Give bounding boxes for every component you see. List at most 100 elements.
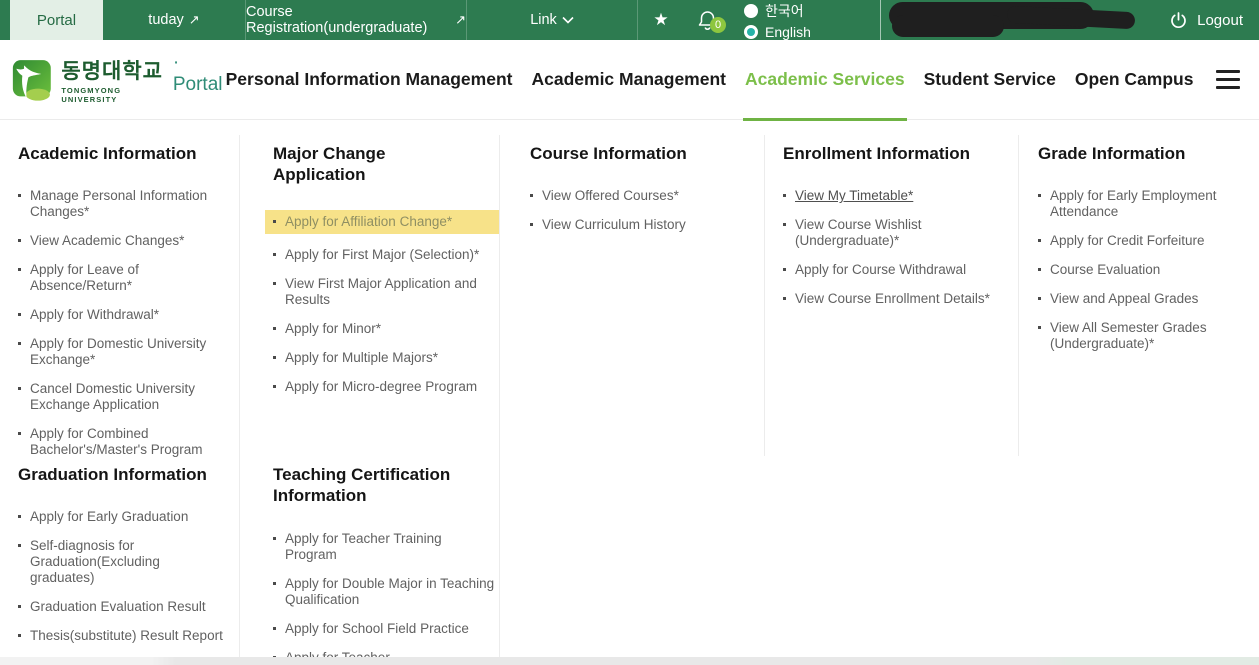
menu-item-apply-for-micro-degree-program[interactable]: Apply for Micro-degree Program	[273, 379, 499, 395]
bullet-icon	[273, 282, 276, 285]
menu-section-title: Enrollment Information	[783, 143, 1018, 164]
radio-selected-icon	[744, 25, 758, 39]
menu-section-title: Major Change Application	[273, 143, 473, 186]
power-icon	[1169, 11, 1188, 30]
menu-row: Academic InformationManage Personal Info…	[0, 135, 1259, 456]
link-dropdown[interactable]: Link	[467, 0, 637, 40]
menu-item-view-curriculum-history[interactable]: View Curriculum History	[530, 217, 764, 233]
mega-menu: Academic InformationManage Personal Info…	[0, 120, 1259, 665]
bullet-icon	[273, 253, 276, 256]
bullet-icon	[18, 239, 21, 242]
logout-button[interactable]: Logout	[1169, 0, 1243, 40]
menu-column-major-change-application: Major Change Application Apply for Affili…	[240, 135, 500, 456]
bullet-icon	[1038, 194, 1041, 197]
menu-item-label: View Offered Courses*	[542, 188, 679, 204]
menu-item-graduation-evaluation-result[interactable]: Graduation Evaluation Result	[18, 599, 239, 615]
menu-item-label: Apply for Early Employment Attendance	[1050, 188, 1245, 220]
menu-item-view-and-appeal-grades[interactable]: View and Appeal Grades	[1038, 291, 1259, 307]
menu-item-label: View Course Enrollment Details*	[795, 291, 990, 307]
menu-item-view-all-semester-grades-undergraduate[interactable]: View All Semester Grades (Undergraduate)…	[1038, 320, 1259, 352]
menu-item-apply-for-withdrawal[interactable]: Apply for Withdrawal*	[18, 307, 239, 323]
menu-item-apply-for-combined-bachelor-s-master-s-program[interactable]: Apply for Combined Bachelor's/Master's P…	[18, 426, 239, 458]
logo-english-name: TONGMYONG UNIVERSITY	[61, 86, 164, 104]
bullet-icon	[18, 194, 21, 197]
nav-item-academic-services[interactable]: Academic Services	[745, 40, 905, 120]
hamburger-menu-icon[interactable]	[1216, 40, 1240, 120]
menu-item-label: Apply for Credit Forfeiture	[1050, 233, 1205, 249]
language-korean-label: 한국어	[765, 1, 804, 21]
menu-item-label: Apply for Domestic University Exchange*	[30, 336, 225, 368]
bullet-icon	[783, 223, 786, 226]
menu-item-apply-for-teacher-training-program[interactable]: Apply for Teacher Training Program	[273, 531, 499, 563]
nav-item-open-campus[interactable]: Open Campus	[1075, 40, 1194, 120]
radio-unselected-icon	[744, 4, 758, 18]
menu-item-label: Manage Personal Information Changes*	[30, 188, 225, 220]
menu-item-cancel-domestic-university-exchange-application[interactable]: Cancel Domestic University Exchange Appl…	[18, 381, 239, 413]
menu-item-apply-for-school-field-practice[interactable]: Apply for School Field Practice	[273, 621, 499, 637]
menu-column-academic-information: Academic InformationManage Personal Info…	[0, 135, 240, 456]
menu-item-apply-for-leave-of-absence-return[interactable]: Apply for Leave of Absence/Return*	[18, 262, 239, 294]
menu-item-apply-for-minor[interactable]: Apply for Minor*	[273, 321, 499, 337]
bullet-icon	[1038, 297, 1041, 300]
menu-item-course-evaluation[interactable]: Course Evaluation	[1038, 262, 1259, 278]
menu-item-apply-for-course-withdrawal[interactable]: Apply for Course Withdrawal	[783, 262, 1018, 278]
notifications-bell-icon[interactable]: 0	[684, 0, 730, 40]
menu-item-label: View First Major Application and Results	[285, 276, 495, 308]
bullet-icon	[1038, 326, 1041, 329]
menu-item-apply-for-affiliation-change[interactable]: Apply for Affiliation Change*	[265, 210, 499, 234]
menu-item-apply-for-domestic-university-exchange[interactable]: Apply for Domestic University Exchange*	[18, 336, 239, 368]
menu-item-view-first-major-application-and-results[interactable]: View First Major Application and Results	[273, 276, 499, 308]
menu-item-view-my-timetable[interactable]: View My Timetable*	[783, 188, 1018, 204]
menu-item-label: View My Timetable*	[795, 188, 913, 204]
nav-item-academic-management[interactable]: Academic Management	[531, 40, 726, 120]
menu-item-apply-for-early-graduation[interactable]: Apply for Early Graduation	[18, 509, 239, 525]
menu-item-apply-for-multiple-majors[interactable]: Apply for Multiple Majors*	[273, 350, 499, 366]
logout-label: Logout	[1197, 12, 1243, 29]
menu-item-apply-for-double-major-in-teaching-qualification[interactable]: Apply for Double Major in Teaching Quali…	[273, 576, 499, 608]
logo-korean-name: 동명대학교	[61, 55, 164, 85]
nav-item-personal-information-management[interactable]: Personal Information Management	[226, 40, 513, 120]
menu-item-label: Apply for School Field Practice	[285, 621, 469, 637]
notification-count-badge: 0	[710, 17, 726, 33]
menu-column-empty	[500, 456, 1259, 665]
bullet-icon	[530, 223, 533, 226]
menu-item-view-academic-changes[interactable]: View Academic Changes*	[18, 233, 239, 249]
menu-item-label: Apply for Affiliation Change*	[285, 214, 452, 230]
menu-item-label: Apply for Minor*	[285, 321, 381, 337]
university-logo[interactable]: 동명대학교 TONGMYONG UNIVERSITY · Portal	[12, 52, 226, 108]
main-nav: Personal Information ManagementAcademic …	[226, 40, 1194, 120]
tuday-link[interactable]: tuday ↗	[103, 0, 245, 40]
menu-item-view-course-enrollment-details[interactable]: View Course Enrollment Details*	[783, 291, 1018, 307]
menu-item-label: Course Evaluation	[1050, 262, 1160, 278]
bullet-icon	[273, 582, 276, 585]
menu-item-apply-for-credit-forfeiture[interactable]: Apply for Credit Forfeiture	[1038, 233, 1259, 249]
logo-text: 동명대학교 TONGMYONG UNIVERSITY	[61, 55, 164, 104]
menu-item-label: Apply for Early Graduation	[30, 509, 188, 525]
language-option-korean[interactable]: 한국어	[744, 1, 811, 21]
bullet-icon	[1038, 268, 1041, 271]
site-header: 동명대학교 TONGMYONG UNIVERSITY · Portal Pers…	[0, 40, 1259, 120]
bullet-icon	[273, 356, 276, 359]
menu-item-label: Apply for Double Major in Teaching Quali…	[285, 576, 495, 608]
portal-suffix-label: · Portal	[173, 52, 226, 108]
menu-row: Graduation InformationApply for Early Gr…	[0, 456, 1259, 665]
redaction-blob	[892, 15, 1004, 37]
menu-item-view-offered-courses[interactable]: View Offered Courses*	[530, 188, 764, 204]
bullet-icon	[273, 627, 276, 630]
language-option-english[interactable]: English	[744, 24, 811, 40]
menu-item-manage-personal-information-changes[interactable]: Manage Personal Information Changes*	[18, 188, 239, 220]
menu-item-apply-for-early-employment-attendance[interactable]: Apply for Early Employment Attendance	[1038, 188, 1259, 220]
menu-item-self-diagnosis-for-graduation-excluding-graduates[interactable]: Self-diagnosis for Graduation(Excluding …	[18, 538, 239, 586]
menu-item-apply-for-first-major-selection[interactable]: Apply for First Major (Selection)*	[273, 247, 499, 263]
menu-item-thesis-substitute-result-report[interactable]: Thesis(substitute) Result Report	[18, 628, 239, 644]
menu-item-view-course-wishlist-undergraduate[interactable]: View Course Wishlist (Undergraduate)*	[783, 217, 1018, 249]
bullet-icon	[273, 537, 276, 540]
menu-item-label: Apply for Teacher Training Program	[285, 531, 495, 563]
menu-item-label: Apply for First Major (Selection)*	[285, 247, 479, 263]
favorites-star-icon[interactable]: ★	[638, 0, 684, 40]
portal-tab[interactable]: Portal	[10, 0, 103, 40]
nav-item-student-service[interactable]: Student Service	[924, 40, 1056, 120]
menu-section-title: Teaching Certification Information	[273, 464, 473, 507]
course-registration-link[interactable]: Course Registration(undergraduate) ↗	[246, 0, 466, 40]
external-link-icon: ↗	[189, 12, 200, 28]
